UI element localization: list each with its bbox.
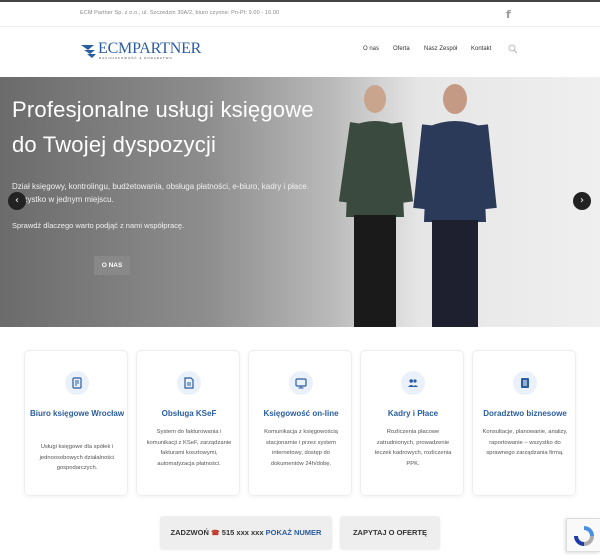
list-icon (513, 371, 537, 395)
nav-o-nas[interactable]: O nas (363, 46, 379, 52)
show-number-link[interactable]: POKAŻ NUMER (266, 528, 322, 537)
call-button[interactable]: ZADZWOŃ ☎ 515 xxx xxx POKAŻ NUMER (160, 516, 332, 549)
top-info-bar: ECM Partner Sp. z o.o., ul. Szczedzin 30… (0, 0, 600, 26)
service-card-doradztwo[interactable]: Doradztwo biznesowe Konsultacje, planowa… (472, 350, 576, 496)
card-title: Biuro księgowe Wrocław (29, 409, 125, 418)
card-desc: System do fakturowania i komunikacji z K… (146, 429, 232, 467)
card-title: Doradztwo biznesowe (483, 409, 567, 418)
ask-offer-button[interactable]: ZAPYTAJ O OFERTĘ (340, 516, 440, 549)
recaptcha-icon (574, 526, 594, 546)
call-label: ZADZWOŃ (170, 528, 209, 537)
hero-slider: Profesjonalne usługi księgowe do Twojej … (0, 77, 600, 327)
service-card-online[interactable]: Księgowość on-line Komunikacja z księgow… (248, 350, 352, 496)
nav-kontakt[interactable]: Kontakt (471, 46, 491, 52)
company-info: ECM Partner Sp. z o.o., ul. Szczedzin 30… (80, 10, 280, 16)
card-desc: Rozliczenia płacowe zatrudnionych, prowa… (374, 429, 452, 467)
logo-wing-icon (81, 45, 96, 58)
card-title: Księgowość on-line (263, 409, 339, 418)
service-card-ksef[interactable]: Obsługa KSeF System do fakturowania i ko… (136, 350, 240, 496)
service-card-kadry[interactable]: Kadry i Płace Rozliczenia płacowe zatrud… (360, 350, 464, 496)
logo[interactable]: ECMPARTNER RACHUNKOWOŚĆ & DORADZTWO (80, 40, 201, 62)
search-icon[interactable] (508, 44, 518, 54)
nav-nasz-zespol[interactable]: Nasz Zespół (424, 46, 457, 52)
site-header: ECMPARTNER RACHUNKOWOŚĆ & DORADZTWO O na… (0, 27, 600, 77)
nav-oferta[interactable]: Oferta (393, 46, 410, 52)
team-photo (338, 84, 497, 327)
facebook-icon[interactable]: f (506, 8, 511, 21)
hero-title: Profesjonalne usługi księgowe do Twojej … (12, 92, 342, 162)
card-title: Kadry i Płace (387, 409, 439, 418)
card-desc: Komunikacja z księgowością stacjonarnie … (264, 429, 338, 467)
hero-cta-text: Sprawdź dlaczego warto podjąć z nami wsp… (12, 221, 185, 230)
receipt-icon (65, 371, 89, 395)
card-desc: Konsultacje, planowanie, analizy, raport… (482, 429, 568, 456)
phone-icon: ☎ (210, 530, 220, 537)
service-card-biuro[interactable]: Biuro księgowe Wrocław Usługi księgowe d… (24, 350, 128, 496)
slider-next-arrow-icon[interactable]: › (573, 192, 591, 210)
logo-tagline: RACHUNKOWOŚĆ & DORADZTWO (99, 56, 173, 60)
hero-title-line1: Profesjonalne usługi księgowe (12, 97, 314, 122)
about-us-button[interactable]: O NAS (94, 256, 130, 275)
phone-number: 515 xxx xxx (221, 528, 264, 537)
hero-title-line2: do Twojej dyspozycji (12, 132, 217, 157)
card-desc: Usługi księgowe dla spółek i jednoosobow… (39, 444, 115, 471)
users-icon (401, 371, 425, 395)
invoice-icon (177, 371, 201, 395)
monitor-icon (289, 371, 313, 395)
hero-description: Dział księgowy, kontrolingu, budżetowani… (12, 182, 309, 204)
recaptcha-badge[interactable] (566, 518, 600, 552)
card-title: Obsługa KSeF (161, 409, 217, 418)
slider-prev-arrow-icon[interactable]: ‹ (8, 192, 26, 210)
